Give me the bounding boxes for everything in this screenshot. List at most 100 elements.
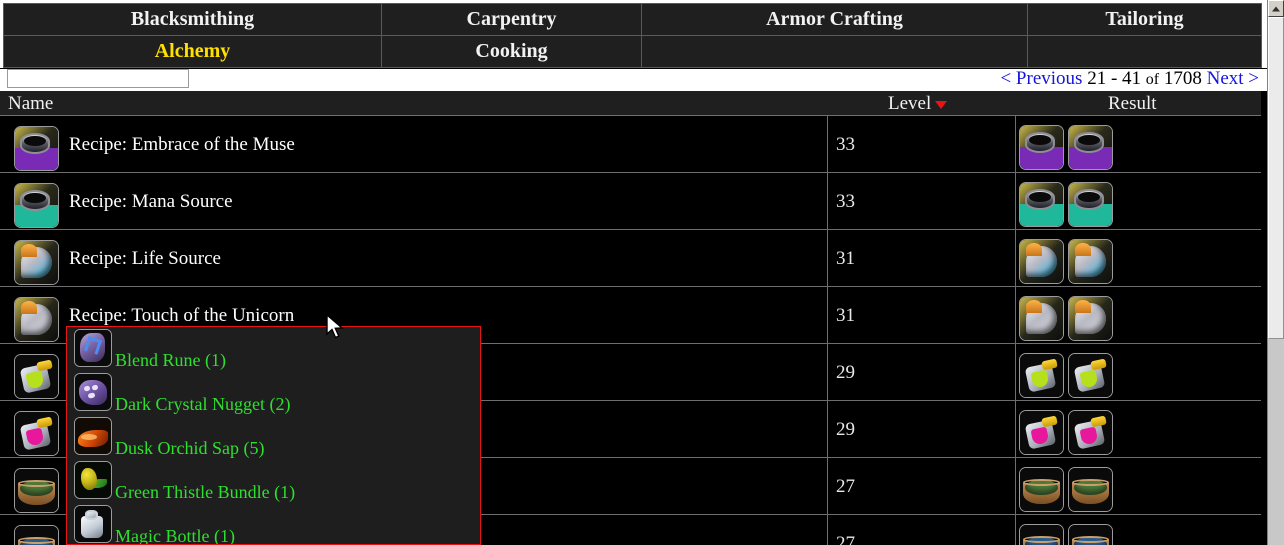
cell-level: 31: [827, 287, 1015, 343]
skill-tab-alchemy[interactable]: Alchemy: [3, 35, 382, 68]
recipe-item-icon[interactable]: [14, 240, 59, 285]
scrollbar-thumb[interactable]: [1268, 17, 1284, 339]
recipe-item-icon[interactable]: [14, 525, 59, 545]
recipe-name-label[interactable]: Recipe: Embrace of the Muse: [69, 116, 295, 173]
ingredient-label: Blend Rune (1): [115, 350, 226, 370]
ingredient-icon[interactable]: [74, 373, 112, 411]
recipe-name-label[interactable]: Recipe: Mana Source: [69, 173, 233, 230]
skill-tabs-row-2: Alchemy Cooking: [3, 35, 1262, 68]
pagination: < Previous 21 - 41 of 1708 Next >: [1000, 68, 1259, 90]
skill-tab-armor-crafting[interactable]: Armor Crafting: [641, 3, 1028, 36]
result-icons: [1019, 410, 1113, 455]
ingredient-label: Dark Crystal Nugget (2): [115, 394, 291, 414]
total-count: 1708: [1163, 68, 1202, 89]
column-header-level[interactable]: Level: [888, 91, 948, 116]
cell-result: [1015, 287, 1261, 343]
ingredient-label: Magic Bottle (1): [115, 526, 235, 545]
ingredient-icon[interactable]: [74, 461, 112, 499]
cell-name[interactable]: Recipe: Life Source: [0, 230, 827, 286]
ingredient-icon-wrap: [74, 417, 112, 455]
ingredient-icon[interactable]: [74, 505, 112, 543]
result-icon[interactable]: [1019, 296, 1064, 341]
ingredient-icon-wrap: [74, 329, 112, 367]
cell-level: 33: [827, 116, 1015, 172]
result-icon[interactable]: [1068, 296, 1113, 341]
result-icons: [1019, 524, 1113, 545]
page-range: 21 - 41: [1087, 68, 1142, 89]
ingredient-label: Dusk Orchid Sap (5): [115, 438, 265, 458]
cell-level: 33: [827, 173, 1015, 229]
recipe-icon[interactable]: [14, 126, 59, 171]
ingredient-icon-wrap: [74, 461, 112, 499]
recipe-icon[interactable]: [14, 240, 59, 285]
result-icon[interactable]: [1019, 524, 1064, 545]
next-page-link[interactable]: Next >: [1207, 68, 1259, 89]
skill-tab-carpentry[interactable]: Carpentry: [381, 3, 642, 36]
recipe-name-label[interactable]: Recipe: Life Source: [69, 230, 221, 287]
result-icon[interactable]: [1068, 125, 1113, 170]
ingredient-icon[interactable]: [74, 329, 112, 367]
recipe-icon[interactable]: [14, 411, 59, 456]
ingredient-icon-wrap: [74, 373, 112, 411]
cell-result: [1015, 401, 1261, 457]
result-icon[interactable]: [1068, 467, 1113, 512]
recipe-item-icon[interactable]: [14, 183, 59, 228]
skill-tabs-container: Blacksmithing Carpentry Armor Crafting Tail…: [0, 0, 1267, 68]
cell-name[interactable]: Recipe: Embrace of the Muse: [0, 116, 827, 172]
result-icon[interactable]: [1068, 353, 1113, 398]
recipe-item-icon[interactable]: [14, 126, 59, 171]
result-icon[interactable]: [1068, 239, 1113, 284]
page-of-label: of: [1145, 71, 1160, 88]
cell-level: 31: [827, 230, 1015, 286]
skill-tab-blacksmithing[interactable]: Blacksmithing: [3, 3, 382, 36]
result-icon[interactable]: [1019, 182, 1064, 227]
vertical-scrollbar[interactable]: [1267, 0, 1284, 545]
skill-tabs-row-1: Blacksmithing Carpentry Armor Crafting Tail…: [3, 3, 1262, 36]
recipe-item-icon[interactable]: [14, 468, 59, 513]
result-icons: [1019, 125, 1113, 170]
table-row[interactable]: Recipe: Embrace of the Muse 33: [0, 116, 1261, 173]
result-icon[interactable]: [1068, 524, 1113, 545]
ingredient-icon[interactable]: [74, 417, 112, 455]
filter-paging-strip: < Previous 21 - 41 of 1708 Next >: [0, 68, 1267, 91]
recipe-icon[interactable]: [14, 525, 59, 545]
recipe-icon[interactable]: [14, 297, 59, 342]
tooltip-ingredient-row: Magic Bottle (1): [67, 503, 480, 545]
recipe-item-icon[interactable]: [14, 297, 59, 342]
result-icon[interactable]: [1068, 410, 1113, 455]
column-header-name[interactable]: Name: [8, 91, 53, 116]
result-icon[interactable]: [1019, 353, 1064, 398]
previous-page-link[interactable]: < Previous: [1000, 68, 1082, 89]
skill-tab-cooking[interactable]: Cooking: [381, 35, 642, 68]
column-header-result[interactable]: Result: [1108, 91, 1157, 116]
recipe-level: 27: [836, 476, 855, 497]
result-icon[interactable]: [1019, 125, 1064, 170]
recipe-icon[interactable]: [14, 183, 59, 228]
recipe-browser-page: Blacksmithing Carpentry Armor Crafting Tail…: [0, 0, 1284, 545]
recipe-icon[interactable]: [14, 468, 59, 513]
skill-tab-tailoring[interactable]: Tailoring: [1027, 3, 1262, 36]
cell-name[interactable]: Recipe: Mana Source: [0, 173, 827, 229]
recipe-item-icon[interactable]: [14, 354, 59, 399]
tooltip-ingredient-row: Green Thistle Bundle (1): [67, 459, 480, 503]
recipe-level: 31: [836, 305, 855, 326]
recipe-icon[interactable]: [14, 354, 59, 399]
cell-level: 27: [827, 515, 1015, 545]
scroll-up-button[interactable]: [1268, 0, 1284, 17]
result-icon[interactable]: [1019, 467, 1064, 512]
cell-result: [1015, 116, 1261, 172]
recipe-level: 29: [836, 362, 855, 383]
cell-level: 29: [827, 344, 1015, 400]
result-icon[interactable]: [1068, 182, 1113, 227]
ingredient-tooltip: Blend Rune (1) Dark Crystal Nugget (2) Dus…: [66, 326, 481, 545]
search-input[interactable]: [7, 69, 189, 88]
result-icon[interactable]: [1019, 239, 1064, 284]
cell-result: [1015, 173, 1261, 229]
result-icons: [1019, 182, 1113, 227]
table-row[interactable]: Recipe: Mana Source 33: [0, 173, 1261, 230]
table-row[interactable]: Recipe: Life Source 31: [0, 230, 1261, 287]
recipe-item-icon[interactable]: [14, 411, 59, 456]
cell-result: [1015, 230, 1261, 286]
result-icon[interactable]: [1019, 410, 1064, 455]
cell-result: [1015, 344, 1261, 400]
